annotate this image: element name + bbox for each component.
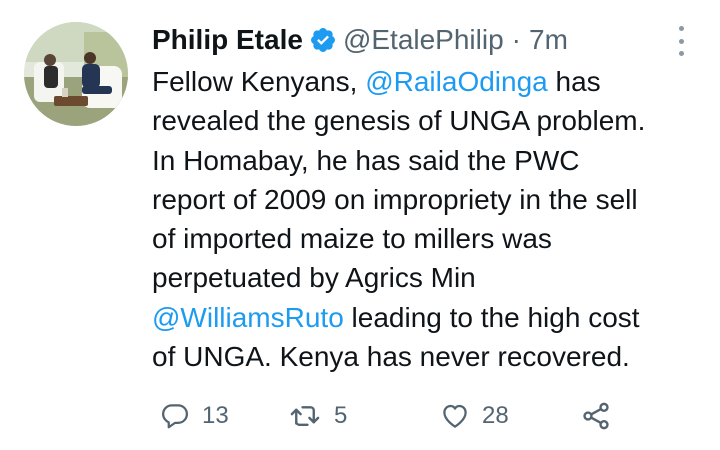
tweet-text-segment: Fellow Kenyans, [152, 66, 366, 97]
tweet-text-line: In Homabay, he has said the PWC [152, 141, 707, 180]
tweet-text-segment: leading to the high cost [343, 301, 640, 333]
tweet-text-segment: perpetuated by Agrics Min [152, 262, 476, 294]
author-handle[interactable]: @EtalePhilip [343, 24, 504, 56]
tweet[interactable]: Philip Etale @EtalePhilip · 7m Fellow Ke… [0, 0, 720, 450]
tweet-text: Fellow Kenyans, @RailaOdinga has revealed… [152, 62, 707, 376]
tweet-text-line: Fellow Kenyans, @RailaOdinga has [152, 62, 707, 101]
tweet-text-line: report of 2009 on impropriety in the sel… [152, 180, 707, 219]
tweet-text-segment: report of 2009 on impropriety in the sel… [152, 183, 638, 215]
tweet-text-line: of imported maize to millers was [152, 219, 707, 258]
tweet-text-line: revealed the genesis of UNGA problem. [152, 101, 707, 140]
like-button[interactable]: 28 [440, 396, 509, 436]
tweet-text-segment: In Homabay, he has said the PWC [152, 144, 580, 176]
reply-button[interactable]: 13 [160, 396, 229, 436]
like-count: 28 [482, 402, 509, 429]
retweet-icon [290, 406, 320, 426]
tweet-text-segment: of UNGA. Kenya has never recovered. [152, 341, 630, 373]
tweet-text-line: perpetuated by Agrics Min [152, 258, 707, 297]
separator-dot: · [511, 24, 521, 55]
reply-icon [162, 404, 188, 429]
mention-link[interactable]: @WilliamsRuto [152, 302, 344, 333]
author-name[interactable]: Philip Etale [152, 24, 303, 56]
tweet-header: Philip Etale @EtalePhilip · 7m [152, 20, 568, 60]
avatar-photo [24, 22, 128, 126]
tweet-text-segment: revealed the genesis of UNGA problem. [152, 105, 646, 137]
share-icon [583, 402, 609, 430]
tweet-text-segment: has [547, 66, 601, 97]
tweet-timestamp[interactable]: 7m [529, 24, 568, 56]
tweet-text-segment: of imported maize to millers was [152, 223, 552, 255]
tweet-text-line: @WilliamsRuto leading to the high cost [152, 298, 707, 337]
mention-link[interactable]: @RailaOdinga [365, 66, 548, 97]
verified-badge-icon [309, 26, 337, 54]
share-button[interactable] [580, 396, 612, 436]
tweet-actions: 13 5 28 [152, 396, 632, 436]
retweet-count: 5 [334, 402, 348, 429]
tweet-text-line: of UNGA. Kenya has never recovered. [152, 337, 707, 376]
retweet-button[interactable]: 5 [288, 396, 347, 436]
avatar[interactable] [24, 22, 128, 126]
more-options-icon[interactable] [672, 26, 690, 56]
reply-count: 13 [202, 402, 229, 429]
heart-icon [443, 404, 467, 428]
